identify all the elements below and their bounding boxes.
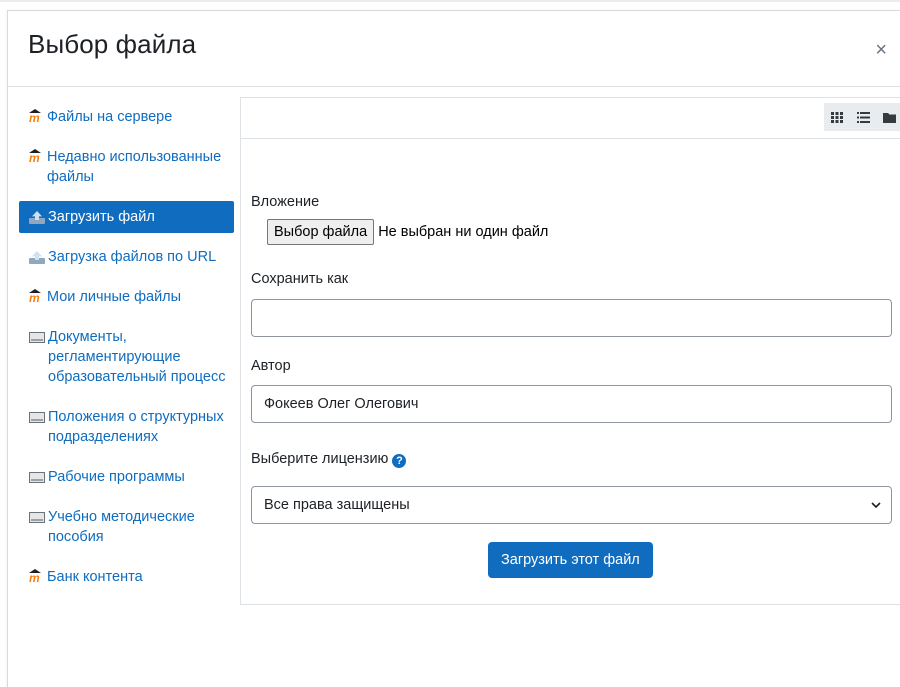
- chevron-down-icon: [871, 502, 881, 509]
- help-icon[interactable]: ?: [392, 454, 407, 468]
- moodle-icon: m: [29, 291, 44, 305]
- grid-view-icon[interactable]: [824, 103, 850, 131]
- sidebar-item-label: Файлы на сервере: [47, 109, 173, 125]
- sidebar-item-label: Мои личные файлы: [47, 289, 182, 305]
- repository-icon: [29, 472, 45, 483]
- sidebar-item-label: Положения о структурных подразделениях: [48, 409, 224, 445]
- list-view-icon[interactable]: [850, 103, 876, 131]
- moodle-icon: m: [29, 111, 44, 125]
- moodle-icon: m: [29, 571, 44, 585]
- upload-icon: [29, 211, 45, 224]
- sidebar-item-content-bank[interactable]: m Банк контента: [19, 561, 234, 593]
- license-label: Выберите лицензию: [251, 451, 389, 467]
- file-chooser: Выбор файла Не выбран ни один файл: [267, 219, 548, 245]
- sidebar-item-label: Учебно методические пособия: [48, 509, 195, 545]
- header-divider: [8, 86, 900, 87]
- background-edge: [0, 0, 900, 2]
- file-picker-dialog: Выбор файла × m Файлы на сервере m Недав…: [7, 10, 900, 687]
- repository-sidebar: m Файлы на сервере m Недавно использован…: [19, 101, 234, 601]
- repository-icon: [29, 332, 45, 343]
- sidebar-item-label: Документы, регламентирующие образователь…: [48, 329, 226, 385]
- save-as-label: Сохранить как: [251, 271, 349, 287]
- url-download-icon: [29, 251, 45, 264]
- sidebar-item-label: Рабочие программы: [48, 469, 185, 485]
- sidebar-item-label: Загрузка файлов по URL: [48, 249, 217, 265]
- license-label-row: Выберите лицензию?: [251, 451, 407, 468]
- sidebar-item-recent-files[interactable]: m Недавно использованные файлы: [19, 141, 234, 193]
- sidebar-item-label: Недавно использованные файлы: [47, 149, 222, 185]
- sidebar-item-url-download[interactable]: Загрузка файлов по URL: [19, 241, 234, 273]
- sidebar-item-label: Загрузить файл: [48, 209, 155, 225]
- sidebar-item-work-programs[interactable]: Рабочие программы: [19, 461, 234, 493]
- close-icon[interactable]: ×: [875, 40, 887, 60]
- view-switcher: [824, 103, 900, 131]
- author-input[interactable]: Фокеев Олег Олегович: [251, 385, 892, 423]
- repository-icon: [29, 512, 45, 523]
- save-as-input[interactable]: [251, 299, 892, 337]
- repository-icon: [29, 412, 45, 423]
- moodle-icon: m: [29, 151, 44, 165]
- sidebar-item-private-files[interactable]: m Мои личные файлы: [19, 281, 234, 313]
- sidebar-item-department-regulations[interactable]: Положения о структурных подразделениях: [19, 401, 234, 453]
- upload-panel: Вложение Выбор файла Не выбран ни один ф…: [240, 97, 900, 605]
- sidebar-item-teaching-materials[interactable]: Учебно методические пособия: [19, 501, 234, 553]
- sidebar-item-upload-file[interactable]: Загрузить файл: [19, 201, 234, 233]
- sidebar-item-regulation-docs[interactable]: Документы, регламентирующие образователь…: [19, 321, 234, 393]
- attachment-label: Вложение: [251, 194, 320, 210]
- author-label: Автор: [251, 358, 291, 374]
- upload-file-button[interactable]: Загрузить этот файл: [488, 542, 653, 578]
- license-select-value: Все права защищены: [264, 497, 410, 513]
- sidebar-item-label: Банк контента: [47, 569, 143, 585]
- folder-view-icon[interactable]: [876, 103, 900, 131]
- view-toolbar: [241, 98, 900, 139]
- license-select[interactable]: Все права защищены: [251, 486, 892, 524]
- dialog-title: Выбор файла: [28, 29, 197, 59]
- choose-file-button[interactable]: Выбор файла: [267, 219, 375, 245]
- sidebar-item-server-files[interactable]: m Файлы на сервере: [19, 101, 234, 133]
- file-status-text: Не выбран ни один файл: [378, 224, 549, 240]
